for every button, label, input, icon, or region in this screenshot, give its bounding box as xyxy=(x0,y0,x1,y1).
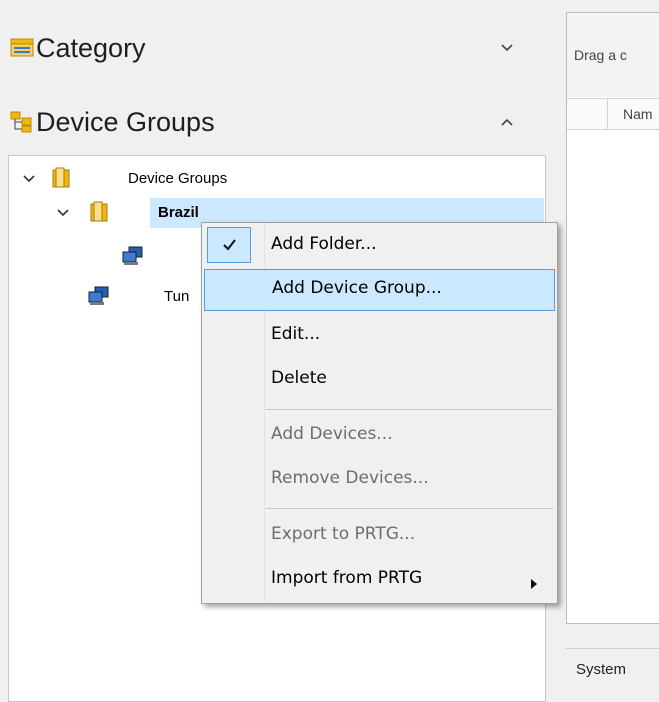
menu-item-label: Remove Devices... xyxy=(271,468,429,488)
group-by-hint: Drag a c xyxy=(574,47,627,63)
tree-node-device[interactable] xyxy=(122,243,182,271)
device-groups-icon xyxy=(10,111,36,133)
tree-node-device-groups[interactable]: Device Groups xyxy=(22,165,322,193)
menu-item-label: Export to PRTG... xyxy=(271,524,416,544)
menu-item-label: Edit... xyxy=(271,324,321,344)
menu-item-import-from-prtg[interactable]: Import from PRTG xyxy=(204,559,555,601)
menu-item-add-devices: Add Devices... xyxy=(204,415,555,457)
device-icon xyxy=(88,286,110,310)
tree-node-label: Tun xyxy=(164,288,190,305)
device-groups-label: Device Groups xyxy=(36,106,215,137)
folder-icon xyxy=(90,201,110,227)
device-icon xyxy=(122,246,144,270)
menu-item-label: Import from PRTG xyxy=(271,568,423,588)
chevron-down-icon[interactable] xyxy=(22,172,36,190)
category-label: Category xyxy=(36,32,146,63)
tree-node-label: Device Groups xyxy=(128,170,228,187)
tree-node-label: Brazil xyxy=(158,204,199,221)
menu-item-label: Delete xyxy=(271,368,327,388)
menu-item-label: Add Devices... xyxy=(271,424,393,444)
chevron-down-icon[interactable] xyxy=(56,206,70,224)
menu-item-export-to-prtg: Export to PRTG... xyxy=(204,515,555,557)
folder-icon xyxy=(52,167,72,193)
tree-node-tun[interactable]: Tun xyxy=(88,283,208,311)
menu-item-label: Add Folder... xyxy=(271,234,377,254)
name-column-header[interactable]: Nam xyxy=(623,106,653,122)
grid-column-header[interactable]: Nam xyxy=(567,98,659,130)
category-section-header[interactable]: Category xyxy=(0,18,540,78)
category-icon xyxy=(10,37,36,59)
column-divider xyxy=(607,99,608,129)
menu-item-label: Add Device Group... xyxy=(272,278,442,298)
chevron-up-icon[interactable] xyxy=(498,113,516,131)
menu-item-add-folder[interactable]: Add Folder... xyxy=(204,225,555,267)
checkmark-icon xyxy=(207,227,251,263)
submenu-arrow-icon xyxy=(530,574,538,593)
status-text[interactable]: System xyxy=(576,661,626,678)
device-groups-section-header[interactable]: Device Groups xyxy=(0,92,540,152)
status-bar: System xyxy=(566,648,659,693)
menu-separator xyxy=(266,508,553,509)
menu-item-edit[interactable]: Edit... xyxy=(204,315,555,357)
context-menu: Add Folder... Add Device Group... Edit..… xyxy=(201,222,558,604)
chevron-down-icon[interactable] xyxy=(498,39,516,57)
menu-item-add-device-group[interactable]: Add Device Group... xyxy=(204,269,555,311)
group-by-bar[interactable]: Drag a c xyxy=(567,13,659,97)
menu-item-remove-devices: Remove Devices... xyxy=(204,459,555,501)
menu-separator xyxy=(266,409,553,410)
menu-item-delete[interactable]: Delete xyxy=(204,359,555,401)
